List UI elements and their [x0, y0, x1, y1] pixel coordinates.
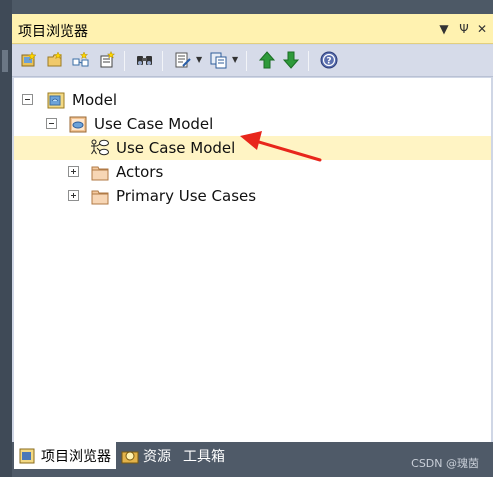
properties-icon[interactable]: [172, 49, 194, 71]
svg-text:?: ?: [326, 57, 331, 67]
toolbar-separator: [308, 51, 309, 71]
toolbar-separator: [124, 51, 125, 71]
tree-label: Model: [72, 91, 118, 109]
project-browser-icon: [19, 448, 35, 463]
new-element-icon[interactable]: [96, 49, 118, 71]
pin-icon[interactable]: Ψ: [456, 21, 472, 37]
tab-resources[interactable]: 资源: [116, 442, 176, 469]
expand-icon[interactable]: [68, 190, 79, 201]
bottom-tab-bar: 项目浏览器 资源 工具箱 CSDN @瑰茵: [12, 442, 493, 477]
tree-label: Use Case Model: [116, 139, 236, 157]
tree-row-primary-use-cases[interactable]: Primary Use Cases: [14, 184, 491, 208]
panel-title: 项目浏览器: [18, 24, 88, 40]
resources-icon: [121, 451, 139, 463]
model-icon: [46, 90, 66, 110]
copy-dropdown-icon[interactable]: ▼: [232, 56, 240, 64]
left-dock-edge: [0, 0, 12, 477]
new-diagram-icon[interactable]: [70, 49, 92, 71]
collapse-icon[interactable]: [46, 118, 57, 129]
tree-label: Primary Use Cases: [116, 187, 257, 205]
expand-icon[interactable]: [68, 166, 79, 177]
tab-label: 项目浏览器: [41, 448, 111, 465]
copy-icon[interactable]: [208, 49, 230, 71]
project-browser-panel: 项目浏览器 ▼ Ψ ✕ ▼ ▼ ? Model Use Case Model U…: [12, 14, 493, 477]
close-icon[interactable]: ✕: [474, 21, 490, 37]
new-package-icon[interactable]: [44, 49, 66, 71]
folder-icon: [90, 162, 110, 182]
help-icon[interactable]: ?: [318, 49, 340, 71]
tree-row-use-case-diagram[interactable]: Use Case Model: [14, 136, 491, 160]
new-model-icon[interactable]: [18, 49, 40, 71]
tab-label: 工具箱: [183, 448, 225, 465]
tab-project-browser[interactable]: 项目浏览器: [14, 442, 116, 469]
tab-label: 资源: [143, 448, 171, 465]
panel-titlebar: 项目浏览器 ▼ Ψ ✕: [12, 14, 493, 44]
tree-label: Actors: [116, 163, 164, 181]
project-tree: Model Use Case Model Use Case Model Acto…: [14, 78, 491, 442]
move-down-icon[interactable]: [280, 49, 302, 71]
tree-row-model[interactable]: Model: [14, 88, 491, 112]
toolbar-separator: [162, 51, 163, 71]
toolbar: ▼ ▼ ?: [12, 45, 493, 77]
folder-icon: [90, 186, 110, 206]
move-up-icon[interactable]: [256, 49, 278, 71]
tree-row-actors[interactable]: Actors: [14, 160, 491, 184]
watermark: CSDN @瑰茵: [411, 457, 479, 470]
properties-dropdown-icon[interactable]: ▼: [196, 56, 204, 64]
left-dock-strip[interactable]: [2, 50, 8, 72]
collapse-icon[interactable]: [22, 94, 33, 105]
dropdown-menu-icon[interactable]: ▼: [436, 21, 452, 37]
find-icon[interactable]: [134, 49, 156, 71]
toolbar-separator: [246, 51, 247, 71]
tab-toolbox[interactable]: 工具箱: [178, 442, 230, 469]
tree-row-use-case-package[interactable]: Use Case Model: [14, 112, 491, 136]
package-icon: [68, 114, 88, 134]
use-case-diagram-icon: [90, 138, 110, 158]
tree-label: Use Case Model: [94, 115, 214, 133]
